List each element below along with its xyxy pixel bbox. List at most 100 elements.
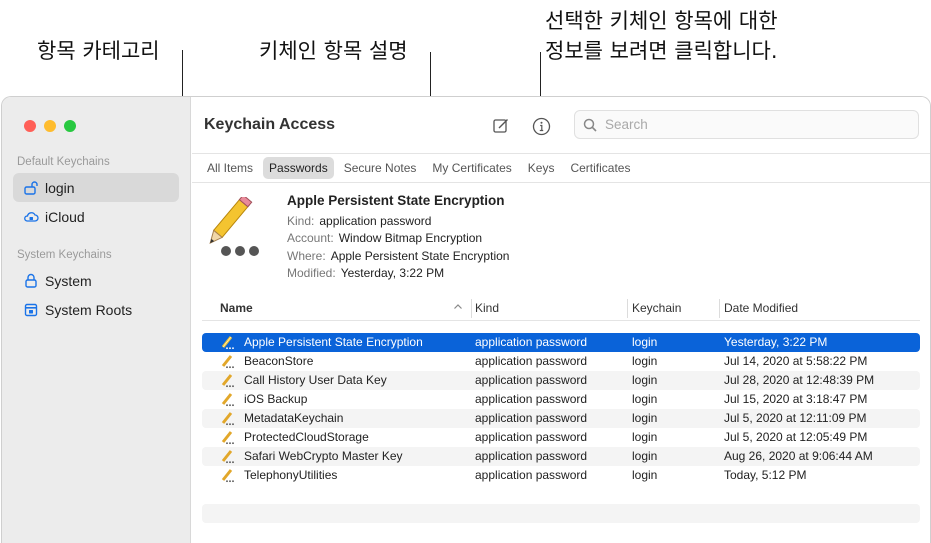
cell-kind: application password	[475, 354, 588, 368]
compose-icon	[493, 119, 508, 133]
tab-certificates[interactable]: Certificates	[564, 157, 636, 179]
sidebar-item-label: System Roots	[45, 301, 133, 318]
pencil-icon	[220, 429, 236, 445]
column-date-modified[interactable]: Date Modified	[724, 301, 798, 315]
cell-date: Jul 14, 2020 at 5:58:22 PM	[724, 354, 868, 368]
cell-kind: application password	[475, 335, 588, 349]
lock-open-icon	[23, 180, 39, 196]
cell-keychain: login	[632, 468, 658, 482]
default-keychains-header: Default Keychains	[17, 156, 110, 168]
callout-info-line1: 선택한 키체인 항목에 대한	[545, 9, 778, 33]
cell-keychain: login	[632, 449, 658, 463]
cell-date: Aug 26, 2020 at 9:06:44 AM	[724, 449, 873, 463]
search-icon	[583, 118, 597, 132]
pencil-icon	[220, 467, 236, 483]
pencil-icon	[220, 372, 236, 388]
empty-row	[202, 504, 920, 523]
tab-all-items[interactable]: All Items	[201, 157, 259, 179]
window-title: Keychain Access	[204, 116, 336, 133]
cell-kind: application password	[475, 449, 588, 463]
cell-name: MetadataKeychain	[244, 411, 344, 425]
screenshot: 항목 카테고리 키체인 항목 설명 선택한 키체인 항목에 대한 정보를 보려면…	[0, 0, 931, 543]
cell-keychain: login	[632, 411, 658, 425]
keychain-access-window: Default Keychains login iCloud System Ke…	[1, 96, 931, 543]
detail-modified: Modified: Yesterday, 3:22 PM	[287, 266, 445, 280]
sidebar-item-system[interactable]: System	[13, 266, 179, 295]
cell-date: Jul 28, 2020 at 12:48:39 PM	[724, 373, 875, 387]
cell-keychain: login	[632, 335, 658, 349]
sidebar: Default Keychains login iCloud System Ke…	[2, 97, 191, 543]
cell-name: Safari WebCrypto Master Key	[244, 449, 403, 463]
table-row[interactable]: Call History User Data Key application p…	[202, 371, 920, 390]
cell-name: ProtectedCloudStorage	[244, 430, 369, 444]
detail-item-name: Apple Persistent State Encryption	[287, 193, 505, 208]
search-field[interactable]: Search	[574, 110, 919, 139]
column-divider[interactable]	[627, 299, 628, 318]
system-keychains-header: System Keychains	[17, 249, 112, 261]
table-row[interactable]: BeaconStore application password login J…	[202, 352, 920, 371]
pencil-icon	[220, 334, 236, 350]
table-row[interactable]: ProtectedCloudStorage application passwo…	[202, 428, 920, 447]
detail-where: Where: Apple Persistent State Encryption	[287, 249, 510, 263]
pencil-icon	[220, 353, 236, 369]
sidebar-item-icloud[interactable]: iCloud	[13, 202, 179, 231]
toolbar-divider	[192, 153, 930, 154]
sort-ascending-icon[interactable]	[453, 301, 463, 315]
table-row[interactable]: MetadataKeychain application password lo…	[202, 409, 920, 428]
info-button[interactable]	[530, 115, 552, 137]
callout-category: 항목 카테고리	[37, 39, 160, 63]
pencil-icon	[220, 448, 236, 464]
cell-kind: application password	[475, 468, 588, 482]
column-keychain[interactable]: Keychain	[632, 301, 681, 315]
column-kind[interactable]: Kind	[475, 301, 499, 315]
cell-name: iOS Backup	[244, 392, 308, 406]
cell-kind: application password	[475, 430, 588, 444]
cell-kind: application password	[475, 411, 588, 425]
callout-description: 키체인 항목 설명	[259, 39, 408, 63]
tab-keys[interactable]: Keys	[522, 157, 561, 179]
sidebar-item-system-roots[interactable]: System Roots	[13, 295, 179, 324]
cell-name: Apple Persistent State Encryption	[244, 335, 423, 349]
callout-info-line2: 정보를 보려면 클릭합니다.	[545, 39, 778, 63]
sidebar-item-login[interactable]: login	[13, 173, 179, 202]
detail-kind: Kind: application password	[287, 214, 432, 228]
tab-my-certificates[interactable]: My Certificates	[426, 157, 517, 179]
table-row[interactable]: iOS Backup application password login Ju…	[202, 390, 920, 409]
column-name[interactable]: Name	[220, 301, 253, 315]
keychain-items-table: Apple Persistent State Encryption applic…	[202, 333, 920, 523]
column-divider[interactable]	[719, 299, 720, 318]
close-button[interactable]	[24, 120, 36, 132]
cell-kind: application password	[475, 392, 588, 406]
cell-kind: application password	[475, 373, 588, 387]
zoom-button[interactable]	[64, 120, 76, 132]
sidebar-item-label: iCloud	[45, 208, 85, 225]
cell-keychain: login	[632, 373, 658, 387]
pencil-icon	[220, 410, 236, 426]
table-header: Name Kind Keychain Date Modified	[202, 297, 920, 321]
main-pane: Keychain Access Search All Items Passwor…	[192, 97, 930, 543]
search-placeholder: Search	[605, 117, 648, 132]
lock-icon	[23, 273, 39, 289]
icloud-icon	[23, 209, 39, 225]
cell-date: Jul 5, 2020 at 12:11:09 PM	[724, 411, 867, 425]
cell-name: BeaconStore	[244, 354, 314, 368]
password-pencil-icon	[204, 194, 270, 259]
cell-date: Yesterday, 3:22 PM	[724, 335, 828, 349]
info-icon	[532, 117, 550, 135]
column-divider[interactable]	[471, 299, 472, 318]
cell-keychain: login	[632, 354, 658, 368]
category-tabs: All Items Passwords Secure Notes My Cert…	[201, 157, 636, 179]
cabinet-icon	[23, 302, 39, 318]
tab-secure-notes[interactable]: Secure Notes	[338, 157, 423, 179]
table-row[interactable]: Safari WebCrypto Master Key application …	[202, 447, 920, 466]
cell-keychain: login	[632, 392, 658, 406]
cell-date: Jul 15, 2020 at 3:18:47 PM	[724, 392, 868, 406]
minimize-button[interactable]	[44, 120, 56, 132]
pencil-icon	[220, 391, 236, 407]
table-row[interactable]: TelephonyUtilities application password …	[202, 466, 920, 485]
compose-button[interactable]	[490, 115, 512, 137]
tab-passwords[interactable]: Passwords	[263, 157, 334, 179]
table-row[interactable]: Apple Persistent State Encryption applic…	[202, 333, 920, 352]
cell-date: Today, 5:12 PM	[724, 468, 807, 482]
cell-date: Jul 5, 2020 at 12:05:49 PM	[724, 430, 868, 444]
